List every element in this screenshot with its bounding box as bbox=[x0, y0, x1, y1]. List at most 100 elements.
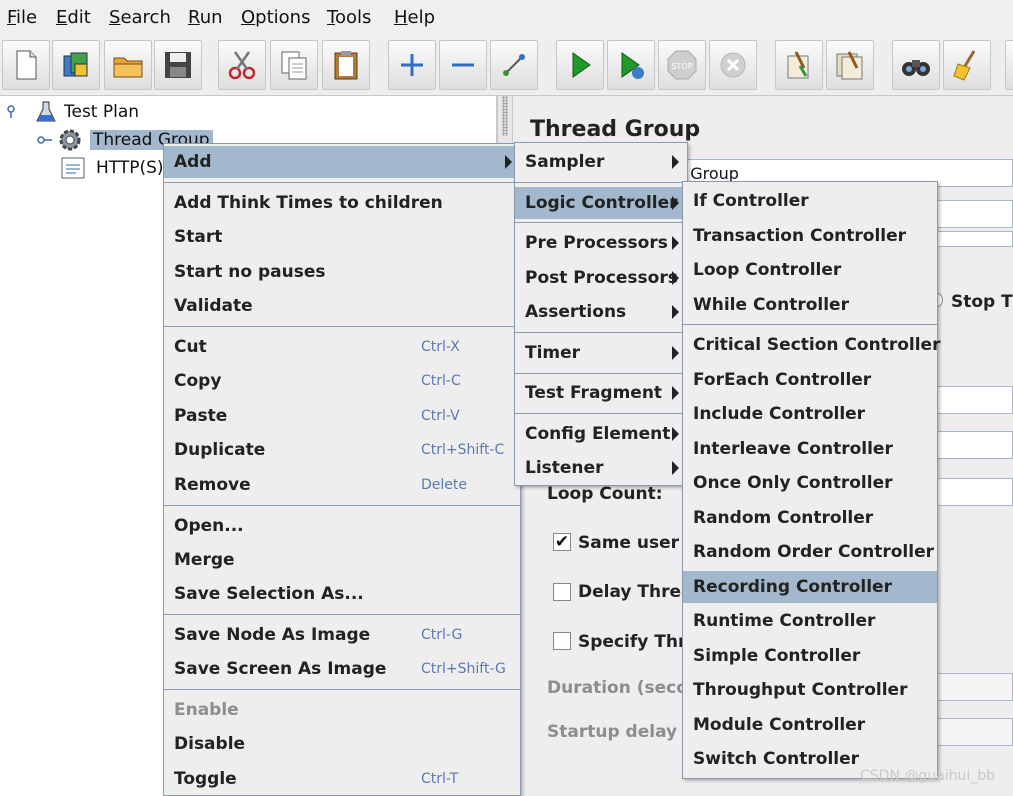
menu-item-foreach-controller[interactable]: ForEach Controller bbox=[683, 364, 937, 396]
menu-item-logic-controller[interactable]: Logic Controller bbox=[515, 187, 687, 219]
menu-item-random-order-controller[interactable]: Random Order Controller bbox=[683, 536, 937, 568]
menu-item-listener[interactable]: Listener bbox=[515, 452, 687, 484]
loop-count-field[interactable] bbox=[933, 478, 1013, 506]
menu-item-cut[interactable]: Cut Ctrl-X bbox=[164, 331, 520, 363]
specify-thread-checkbox[interactable] bbox=[553, 632, 571, 650]
menu-item-save-screen-image[interactable]: Save Screen As Image Ctrl+Shift-G bbox=[164, 653, 520, 685]
tree-node-test-plan[interactable]: Test Plan bbox=[6, 99, 139, 125]
menu-tools[interactable]: Tools bbox=[327, 7, 371, 28]
menu-item-add-label: Add bbox=[174, 152, 212, 172]
menu-item-shortcut: Ctrl+Shift-C bbox=[421, 442, 505, 458]
menu-item-start[interactable]: Start bbox=[164, 221, 520, 253]
menu-item-random-controller[interactable]: Random Controller bbox=[683, 502, 937, 534]
menu-item-loop-controller[interactable]: Loop Controller bbox=[683, 254, 937, 286]
open-button[interactable] bbox=[104, 40, 152, 90]
menu-item-label: Random Controller bbox=[693, 508, 874, 528]
menu-item-config-element[interactable]: Config Element bbox=[515, 418, 687, 450]
menu-item-runtime-controller[interactable]: Runtime Controller bbox=[683, 605, 937, 637]
menu-item-paste[interactable]: Paste Ctrl-V bbox=[164, 400, 520, 432]
collapse-all-button[interactable] bbox=[439, 40, 487, 90]
comments-field[interactable] bbox=[933, 200, 1013, 228]
delay-thread-checkbox[interactable] bbox=[553, 583, 571, 601]
menu-item-include-controller[interactable]: Include Controller bbox=[683, 398, 937, 430]
menu-item-disable[interactable]: Disable bbox=[164, 728, 520, 760]
menu-separator bbox=[515, 332, 687, 333]
start-button[interactable] bbox=[556, 40, 604, 90]
menu-item-pre-processors[interactable]: Pre Processors bbox=[515, 227, 687, 259]
menu-separator bbox=[164, 689, 520, 690]
menu-item-toggle[interactable]: Toggle Ctrl-T bbox=[164, 763, 520, 795]
menu-item-timer[interactable]: Timer bbox=[515, 337, 687, 369]
menu-item-merge[interactable]: Merge bbox=[164, 544, 520, 576]
menu-item-transaction-controller[interactable]: Transaction Controller bbox=[683, 220, 937, 252]
menu-item-throughput-controller[interactable]: Throughput Controller bbox=[683, 674, 937, 706]
menu-item-assertions[interactable]: Assertions bbox=[515, 296, 687, 328]
menu-item-critical-section-controller[interactable]: Critical Section Controller bbox=[683, 329, 940, 361]
threads-field[interactable] bbox=[933, 386, 1013, 414]
menu-item-copy[interactable]: Copy Ctrl-C bbox=[164, 365, 520, 397]
menu-item-validate[interactable]: Validate bbox=[164, 290, 520, 322]
menu-file[interactable]: File bbox=[7, 7, 37, 28]
menu-item-sampler[interactable]: Sampler bbox=[515, 146, 687, 178]
shutdown-button[interactable] bbox=[709, 40, 757, 90]
menu-options[interactable]: Options bbox=[241, 7, 310, 28]
same-user-checkbox[interactable]: ✔ bbox=[553, 533, 571, 551]
menu-item-label: Save Selection As... bbox=[174, 584, 364, 604]
clear-button[interactable] bbox=[775, 40, 823, 90]
menu-item-open[interactable]: Open... bbox=[164, 510, 520, 542]
tree-label-test-plan: Test Plan bbox=[64, 102, 140, 122]
menu-item-label: Save Node As Image bbox=[174, 625, 371, 645]
duration-field[interactable] bbox=[933, 673, 1013, 701]
clear-all-button[interactable] bbox=[826, 40, 874, 90]
menu-item-once-only-controller[interactable]: Once Only Controller bbox=[683, 467, 937, 499]
submenu-arrow-icon bbox=[672, 196, 679, 210]
menu-search[interactable]: Search bbox=[109, 7, 171, 28]
add-submenu: Sampler Logic Controller Pre Processors … bbox=[514, 142, 688, 486]
menu-item-test-fragment[interactable]: Test Fragment bbox=[515, 377, 687, 409]
menu-edit[interactable]: Edit bbox=[56, 7, 91, 28]
reset-search-button[interactable] bbox=[943, 40, 991, 90]
menu-item-add-think-times[interactable]: Add Think Times to children bbox=[164, 187, 520, 219]
save-button[interactable] bbox=[154, 40, 202, 90]
paste-button[interactable] bbox=[322, 40, 370, 90]
menu-item-save-selection[interactable]: Save Selection As... bbox=[164, 578, 520, 610]
menu-item-if-controller[interactable]: If Controller bbox=[683, 185, 937, 217]
menu-item-label: Throughput Controller bbox=[693, 680, 908, 700]
menu-item-add[interactable]: Add bbox=[164, 146, 520, 178]
toolbar-overflow[interactable] bbox=[1005, 40, 1013, 90]
menu-item-shortcut: Ctrl-C bbox=[421, 373, 461, 389]
menu-item-label: Random Order Controller bbox=[693, 542, 934, 562]
menu-separator bbox=[683, 324, 937, 325]
cut-button[interactable] bbox=[218, 40, 266, 90]
menu-item-interleave-controller[interactable]: Interleave Controller bbox=[683, 433, 937, 465]
menu-item-shortcut: Ctrl-V bbox=[421, 408, 460, 424]
menu-item-duplicate[interactable]: Duplicate Ctrl+Shift-C bbox=[164, 434, 520, 466]
menu-help[interactable]: Help bbox=[394, 7, 435, 28]
start-no-pauses-button[interactable] bbox=[607, 40, 655, 90]
comments-field-lower[interactable] bbox=[933, 231, 1013, 247]
submenu-arrow-icon bbox=[672, 236, 679, 250]
menu-item-module-controller[interactable]: Module Controller bbox=[683, 709, 937, 741]
templates-icon bbox=[63, 52, 88, 77]
menu-item-while-controller[interactable]: While Controller bbox=[683, 289, 937, 321]
menu-item-post-processors[interactable]: Post Processors bbox=[515, 262, 687, 294]
stop-button[interactable]: STOP bbox=[658, 40, 706, 90]
menu-item-label: Copy bbox=[174, 371, 222, 391]
gear-icon bbox=[59, 129, 81, 151]
startup-delay-field[interactable] bbox=[933, 718, 1013, 746]
new-button[interactable] bbox=[2, 40, 50, 90]
menu-item-save-node-image[interactable]: Save Node As Image Ctrl-G bbox=[164, 619, 520, 651]
search-button[interactable] bbox=[892, 40, 940, 90]
menu-item-start-no-pauses[interactable]: Start no pauses bbox=[164, 256, 520, 288]
rampup-field[interactable] bbox=[933, 431, 1013, 459]
expand-all-button[interactable] bbox=[388, 40, 436, 90]
toggle-button[interactable] bbox=[490, 40, 538, 90]
tree-node-http[interactable]: HTTP(S) bbox=[60, 155, 164, 181]
menu-item-simple-controller[interactable]: Simple Controller bbox=[683, 640, 937, 672]
menu-run[interactable]: Run bbox=[188, 7, 223, 28]
menu-item-remove[interactable]: Remove Delete bbox=[164, 469, 520, 501]
copy-button[interactable] bbox=[270, 40, 318, 90]
cut-icon bbox=[228, 51, 256, 80]
templates-button[interactable] bbox=[52, 40, 100, 90]
menu-item-recording-controller[interactable]: Recording Controller bbox=[683, 571, 937, 603]
